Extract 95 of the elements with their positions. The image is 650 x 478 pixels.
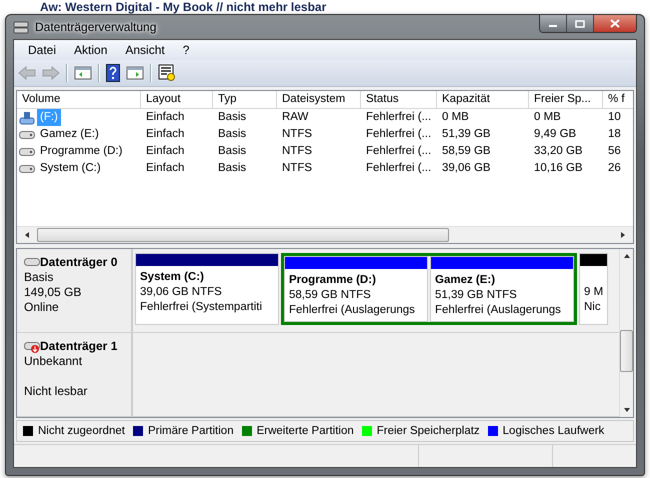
partition-detail: 51,39 GB NTFS <box>435 288 518 303</box>
removable-drive-icon <box>19 110 35 124</box>
disk-detail: Unbekannt <box>24 354 84 369</box>
table-cell-text: Basis <box>218 127 246 142</box>
close-icon <box>610 19 620 28</box>
column-header[interactable]: Layout <box>141 91 213 108</box>
vertical-scrollbar[interactable] <box>619 249 633 417</box>
disk-detail: Online <box>24 300 60 315</box>
partition-detail: Fehlerfrei (Systempartiti <box>140 300 264 315</box>
column-header[interactable]: % f <box>603 91 633 108</box>
menu-item[interactable]: Aktion <box>66 43 116 57</box>
disk-name: Datenträger 0 <box>40 255 118 270</box>
partition-detail: Fehlerfrei (Auslagerungs <box>289 303 416 318</box>
scroll-thumb[interactable] <box>37 228 449 242</box>
maximize-icon <box>575 20 585 28</box>
table-cell-text: 10,16 GB <box>534 161 583 176</box>
table-cell-text: 39,06 GB <box>442 161 491 176</box>
partition-detail: 9 M <box>584 285 603 300</box>
disk-name: Datenträger 1 <box>40 339 118 354</box>
table-cell-text: Basis <box>218 144 246 159</box>
partition-block[interactable]: System (C:) 39,06 GB NTFS Fehlerfrei (Systempartiti <box>135 253 279 325</box>
table-cell-text: Basis <box>218 110 246 125</box>
partition-block[interactable]: Programme (D:) 58,59 GB NTFS Fehlerfrei (Auslagerungs <box>284 256 428 322</box>
table-cell-text: Fehlerfrei (... <box>366 161 432 176</box>
partition-block[interactable]: 9 M Nic <box>579 253 608 325</box>
partition-detail: 58,59 GB NTFS <box>289 288 372 303</box>
legend-label: Primäre Partition <box>148 425 234 437</box>
table-cell-text: NTFS <box>282 161 312 176</box>
hard-drive-icon <box>19 164 35 174</box>
partition-name: Gamez (E:) <box>435 273 496 288</box>
minimize-button[interactable] <box>540 15 566 32</box>
legend-label: Logisches Laufwerk <box>502 425 604 437</box>
partition-detail: Fehlerfrei (Auslagerungs <box>435 303 562 318</box>
disk-detail: 149,05 GB <box>24 285 82 300</box>
table-cell-text: 26 <box>608 161 621 176</box>
scroll-left-icon[interactable] <box>23 231 31 239</box>
table-cell-text: 0 MB <box>534 110 561 125</box>
menu-item[interactable]: Ansicht <box>117 43 173 57</box>
menu-item[interactable]: Datei <box>20 43 64 57</box>
disk-management-icon <box>13 20 29 34</box>
disk-error-icon <box>24 340 40 354</box>
table-cell-text: 58,59 GB <box>442 144 491 159</box>
partition-name: System (C:) <box>140 270 205 285</box>
horizontal-scrollbar[interactable] <box>17 226 633 243</box>
maximize-button[interactable] <box>566 15 593 32</box>
close-button[interactable] <box>593 15 636 32</box>
partition-block[interactable]: Gamez (E:) 51,39 GB NTFS Fehlerfrei (Auslagerungs <box>430 256 574 322</box>
table-cell-text: 10 <box>608 110 621 125</box>
page-heading: Aw: Western Digital - My Book // nicht mehr lesbar <box>39 0 328 14</box>
table-cell-text: 9,49 GB <box>534 127 576 142</box>
partition-detail: Nic <box>584 300 602 315</box>
partition-detail: 39,06 GB NTFS <box>140 285 223 300</box>
table-cell-text: 33,20 GB <box>534 144 583 159</box>
table-cell-text: Fehlerfrei (... <box>366 144 432 159</box>
column-header[interactable]: Dateisystem <box>277 91 361 108</box>
table-cell-text: NTFS <box>282 127 312 142</box>
column-header[interactable]: Volume <box>17 91 141 108</box>
scroll-right-icon[interactable] <box>619 231 627 239</box>
disk-status: Nicht lesbar <box>24 384 88 399</box>
legend-label: Freier Speicherplatz <box>376 425 480 437</box>
volume-name[interactable]: Programme (D:) <box>37 143 126 160</box>
scroll-thumb[interactable] <box>620 330 633 372</box>
action-pane-icon[interactable] <box>126 65 144 81</box>
table-cell-text: 51,39 GB <box>442 127 491 142</box>
scroll-down-icon[interactable] <box>622 406 630 414</box>
window-title: Datenträgerverwaltung <box>35 20 156 34</box>
table-cell-text: 18 <box>608 127 621 142</box>
hard-drive-icon <box>19 130 35 140</box>
table-cell-text: Einfach <box>146 161 184 176</box>
table-cell-text: 56 <box>608 144 621 159</box>
hard-drive-icon <box>19 146 35 156</box>
column-header[interactable]: Typ <box>213 91 277 108</box>
column-header[interactable]: Kapazität <box>437 91 529 108</box>
partition-name: Programme (D:) <box>289 273 377 288</box>
table-cell-text: Einfach <box>146 144 184 159</box>
volume-name[interactable]: System (C:) <box>37 160 104 177</box>
console-tree-icon[interactable] <box>74 65 92 81</box>
table-cell-text: Fehlerfrei (... <box>366 127 432 142</box>
column-header[interactable]: Status <box>361 91 437 108</box>
column-header[interactable]: Freier Sp... <box>529 91 603 108</box>
table-cell-text: Einfach <box>146 110 184 125</box>
legend-label: Erweiterte Partition <box>256 425 354 437</box>
properties-icon[interactable] <box>158 64 176 82</box>
table-cell-text: RAW <box>282 110 308 125</box>
menu-item[interactable]: ? <box>174 43 198 57</box>
table-cell-text: 0 MB <box>442 110 469 125</box>
disk-detail: Basis <box>24 270 54 285</box>
volume-name[interactable]: Gamez (E:) <box>37 126 102 143</box>
scroll-up-icon[interactable] <box>622 252 630 260</box>
table-cell-text: Basis <box>218 161 246 176</box>
table-cell-text: Einfach <box>146 127 184 142</box>
legend-label: Nicht zugeordnet <box>38 425 125 437</box>
table-cell-text: NTFS <box>282 144 312 159</box>
table-cell-text: Fehlerfrei (... <box>366 110 432 125</box>
help-icon[interactable] <box>106 64 120 82</box>
